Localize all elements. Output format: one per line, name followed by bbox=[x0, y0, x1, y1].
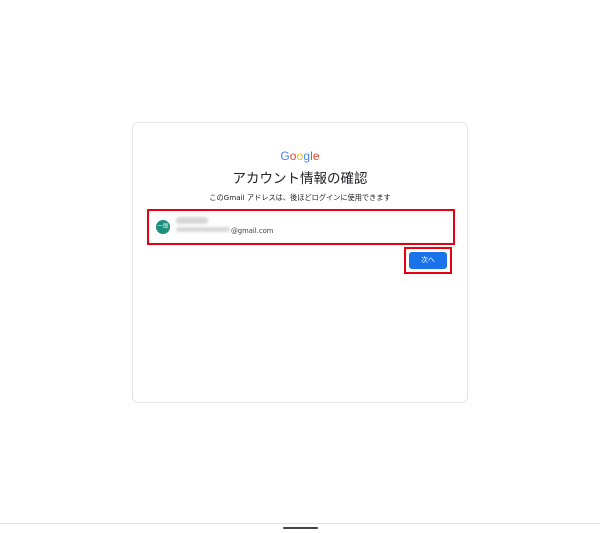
account-email: @gmail.com bbox=[176, 226, 273, 236]
logo-letter-e: e bbox=[312, 149, 320, 163]
logo-letter-g: G bbox=[280, 149, 290, 163]
home-indicator bbox=[283, 527, 318, 529]
next-button[interactable]: 次へ bbox=[409, 252, 447, 269]
google-logo: Google bbox=[133, 149, 467, 163]
page-subtitle: このGmail アドレスは、後ほどログインに使用できます bbox=[209, 193, 391, 202]
logo-letter-o1: o bbox=[289, 149, 297, 163]
account-item[interactable]: 一郎 @gmail.com bbox=[153, 214, 449, 240]
avatar: 一郎 bbox=[156, 220, 170, 234]
email-domain: @gmail.com bbox=[231, 227, 274, 235]
email-local-part-redacted bbox=[176, 227, 230, 232]
next-highlight-box: 次へ bbox=[404, 247, 452, 274]
footer-divider bbox=[0, 523, 600, 524]
account-name-redacted bbox=[176, 217, 208, 224]
page: Google アカウント情報の確認 このGmail アドレスは、後ほどログインに… bbox=[0, 0, 600, 533]
account-confirm-card: Google アカウント情報の確認 このGmail アドレスは、後ほどログインに… bbox=[132, 122, 468, 403]
account-highlight-box: 一郎 @gmail.com bbox=[147, 209, 455, 245]
page-title: アカウント情報の確認 bbox=[232, 171, 368, 187]
